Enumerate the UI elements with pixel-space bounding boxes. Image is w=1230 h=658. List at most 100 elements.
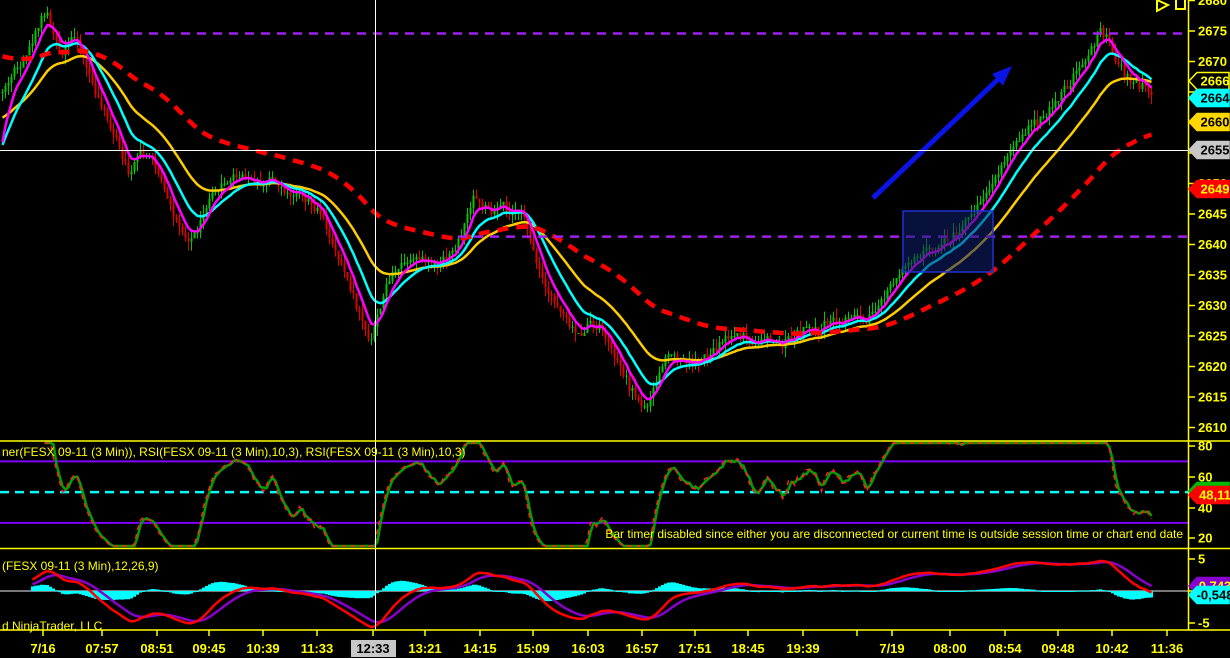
macd-hist-bar (499, 591, 502, 592)
macd-hist-bar (157, 589, 160, 591)
macd-hist-bar (133, 591, 136, 597)
macd-hist-bar (76, 591, 79, 594)
rsi-panel-header: ner(FESX 09-11 (3 Min)), RSI(FESX 09-11 … (2, 445, 466, 459)
macd-hist-bar (523, 591, 526, 595)
macd-hist-bar (841, 590, 844, 592)
macd-hist-bar (34, 585, 37, 591)
macd-hist-bar (751, 591, 754, 592)
macd-hist-bar (319, 591, 322, 594)
macd-hist-bar (1012, 588, 1015, 591)
macd-hist-bar (829, 590, 832, 592)
macd-hist-bar (583, 591, 586, 594)
rsi-value-tag-label: 48,11 (1199, 488, 1230, 503)
macd-hist-bar (79, 591, 82, 595)
macd-hist-bar (781, 591, 784, 593)
macd-hist-bar (982, 589, 985, 591)
macd-hist-bar (508, 591, 511, 594)
time-label: 10:42 (1095, 641, 1128, 656)
macd-hist-bar (1000, 588, 1003, 591)
macd-line (31, 559, 1153, 629)
macd-hist-bar (691, 587, 694, 591)
macd-hist-bar (463, 587, 466, 591)
macd-hist-bar (46, 585, 49, 591)
macd-panel-header: (FESX 09-11 (3 Min),12,26,9) (2, 559, 159, 573)
macd-hist-bar (883, 589, 886, 591)
macd-tick-neg5-label: -5 (1198, 616, 1210, 631)
macd-hist-bar (592, 589, 595, 591)
price-tick-2670-label: 2670 (1198, 54, 1227, 69)
macd-hist-bar (652, 589, 655, 591)
macd-hist-bar (160, 590, 163, 592)
macd-hist-bar (43, 584, 46, 591)
chart-canvas[interactable]: 2680267526702665266026552650264526402635… (0, 0, 1230, 658)
macd-hist-bar (151, 589, 154, 591)
macd-hist-bar (568, 591, 571, 598)
macd-hist-bar (202, 587, 205, 591)
time-label: 15:09 (516, 641, 549, 656)
macd-hist-bar (559, 591, 562, 600)
macd-hist-bar (364, 591, 367, 599)
price-tick-2680-label: 2680 (1198, 0, 1227, 8)
macd-hist-bar (127, 591, 130, 600)
macd-hist-bar (1048, 591, 1051, 592)
macd-hist-bar (343, 591, 346, 598)
macd-hist-bar (616, 591, 619, 592)
macd-hist-bar (1039, 590, 1042, 592)
macd-hist-bar (949, 591, 952, 592)
macd-hist-bar (469, 585, 472, 591)
macd-hist-bar (379, 590, 382, 592)
chart-plot-area[interactable] (0, 0, 1188, 441)
rsi-tick-80-label: 80 (1198, 439, 1212, 454)
macd-hist-bar (274, 590, 277, 592)
macd-hist-bar (610, 589, 613, 591)
time-label: 08:51 (140, 641, 173, 656)
macd-hist-bar (847, 590, 850, 592)
macd-hist-bar (163, 590, 166, 592)
macd-hist-bar (667, 582, 670, 591)
price-tick-2630-label: 2630 (1198, 298, 1227, 313)
macd-hist-bar (919, 588, 922, 591)
macd-hist-bar (208, 584, 211, 591)
macd-hist-bar (1144, 591, 1147, 598)
macd-hist-bar (844, 590, 847, 592)
macd-hist-bar (454, 589, 457, 591)
macd-hist-bar (376, 591, 379, 594)
macd-hist-bar (745, 589, 748, 591)
macd-hist-bar (760, 591, 763, 592)
macd-hist-bar (742, 589, 745, 591)
macd-hist-bar (736, 588, 739, 591)
macd-hist-bar (682, 584, 685, 591)
time-label: 08:54 (988, 641, 1022, 656)
macd-hist-bar (649, 591, 652, 592)
macd-hist-bar (799, 590, 802, 592)
macd-hist-bar (277, 591, 280, 592)
macd-hist-bar (217, 582, 220, 591)
macd-hist-bar (679, 584, 682, 591)
macd-value-tag-2-label: -0,548 (1197, 588, 1230, 603)
macd-hist-bar (814, 590, 817, 592)
macd-hist-bar (1027, 589, 1030, 591)
macd-hist-bar (838, 590, 841, 592)
macd-hist-bar (400, 580, 403, 591)
macd-hist-bar (502, 591, 505, 592)
macd-hist-bar (58, 591, 61, 593)
macd-hist-bar (862, 591, 865, 592)
macd-hist-bar (229, 582, 232, 591)
macd-hist-bar (526, 591, 529, 596)
time-label: 10:39 (246, 641, 279, 656)
macd-hist-bar (187, 591, 190, 595)
macd-hist-bar (997, 588, 1000, 591)
macd-hist-bar (223, 581, 226, 591)
macd-hist-bar (886, 588, 889, 591)
macd-hist-bar (964, 590, 967, 592)
macd-hist-bar (460, 588, 463, 591)
macd-hist-bar (220, 581, 223, 591)
macd-hist-bar (619, 591, 622, 592)
macd-hist-bar (1060, 591, 1063, 592)
macd-hist-bar (868, 591, 871, 592)
macd-hist-bar (796, 590, 799, 592)
macd-hist-bar (337, 591, 340, 597)
macd-hist-bar (322, 591, 325, 594)
price-tick-2620-label: 2620 (1198, 359, 1227, 374)
macd-hist-bar (808, 589, 811, 591)
